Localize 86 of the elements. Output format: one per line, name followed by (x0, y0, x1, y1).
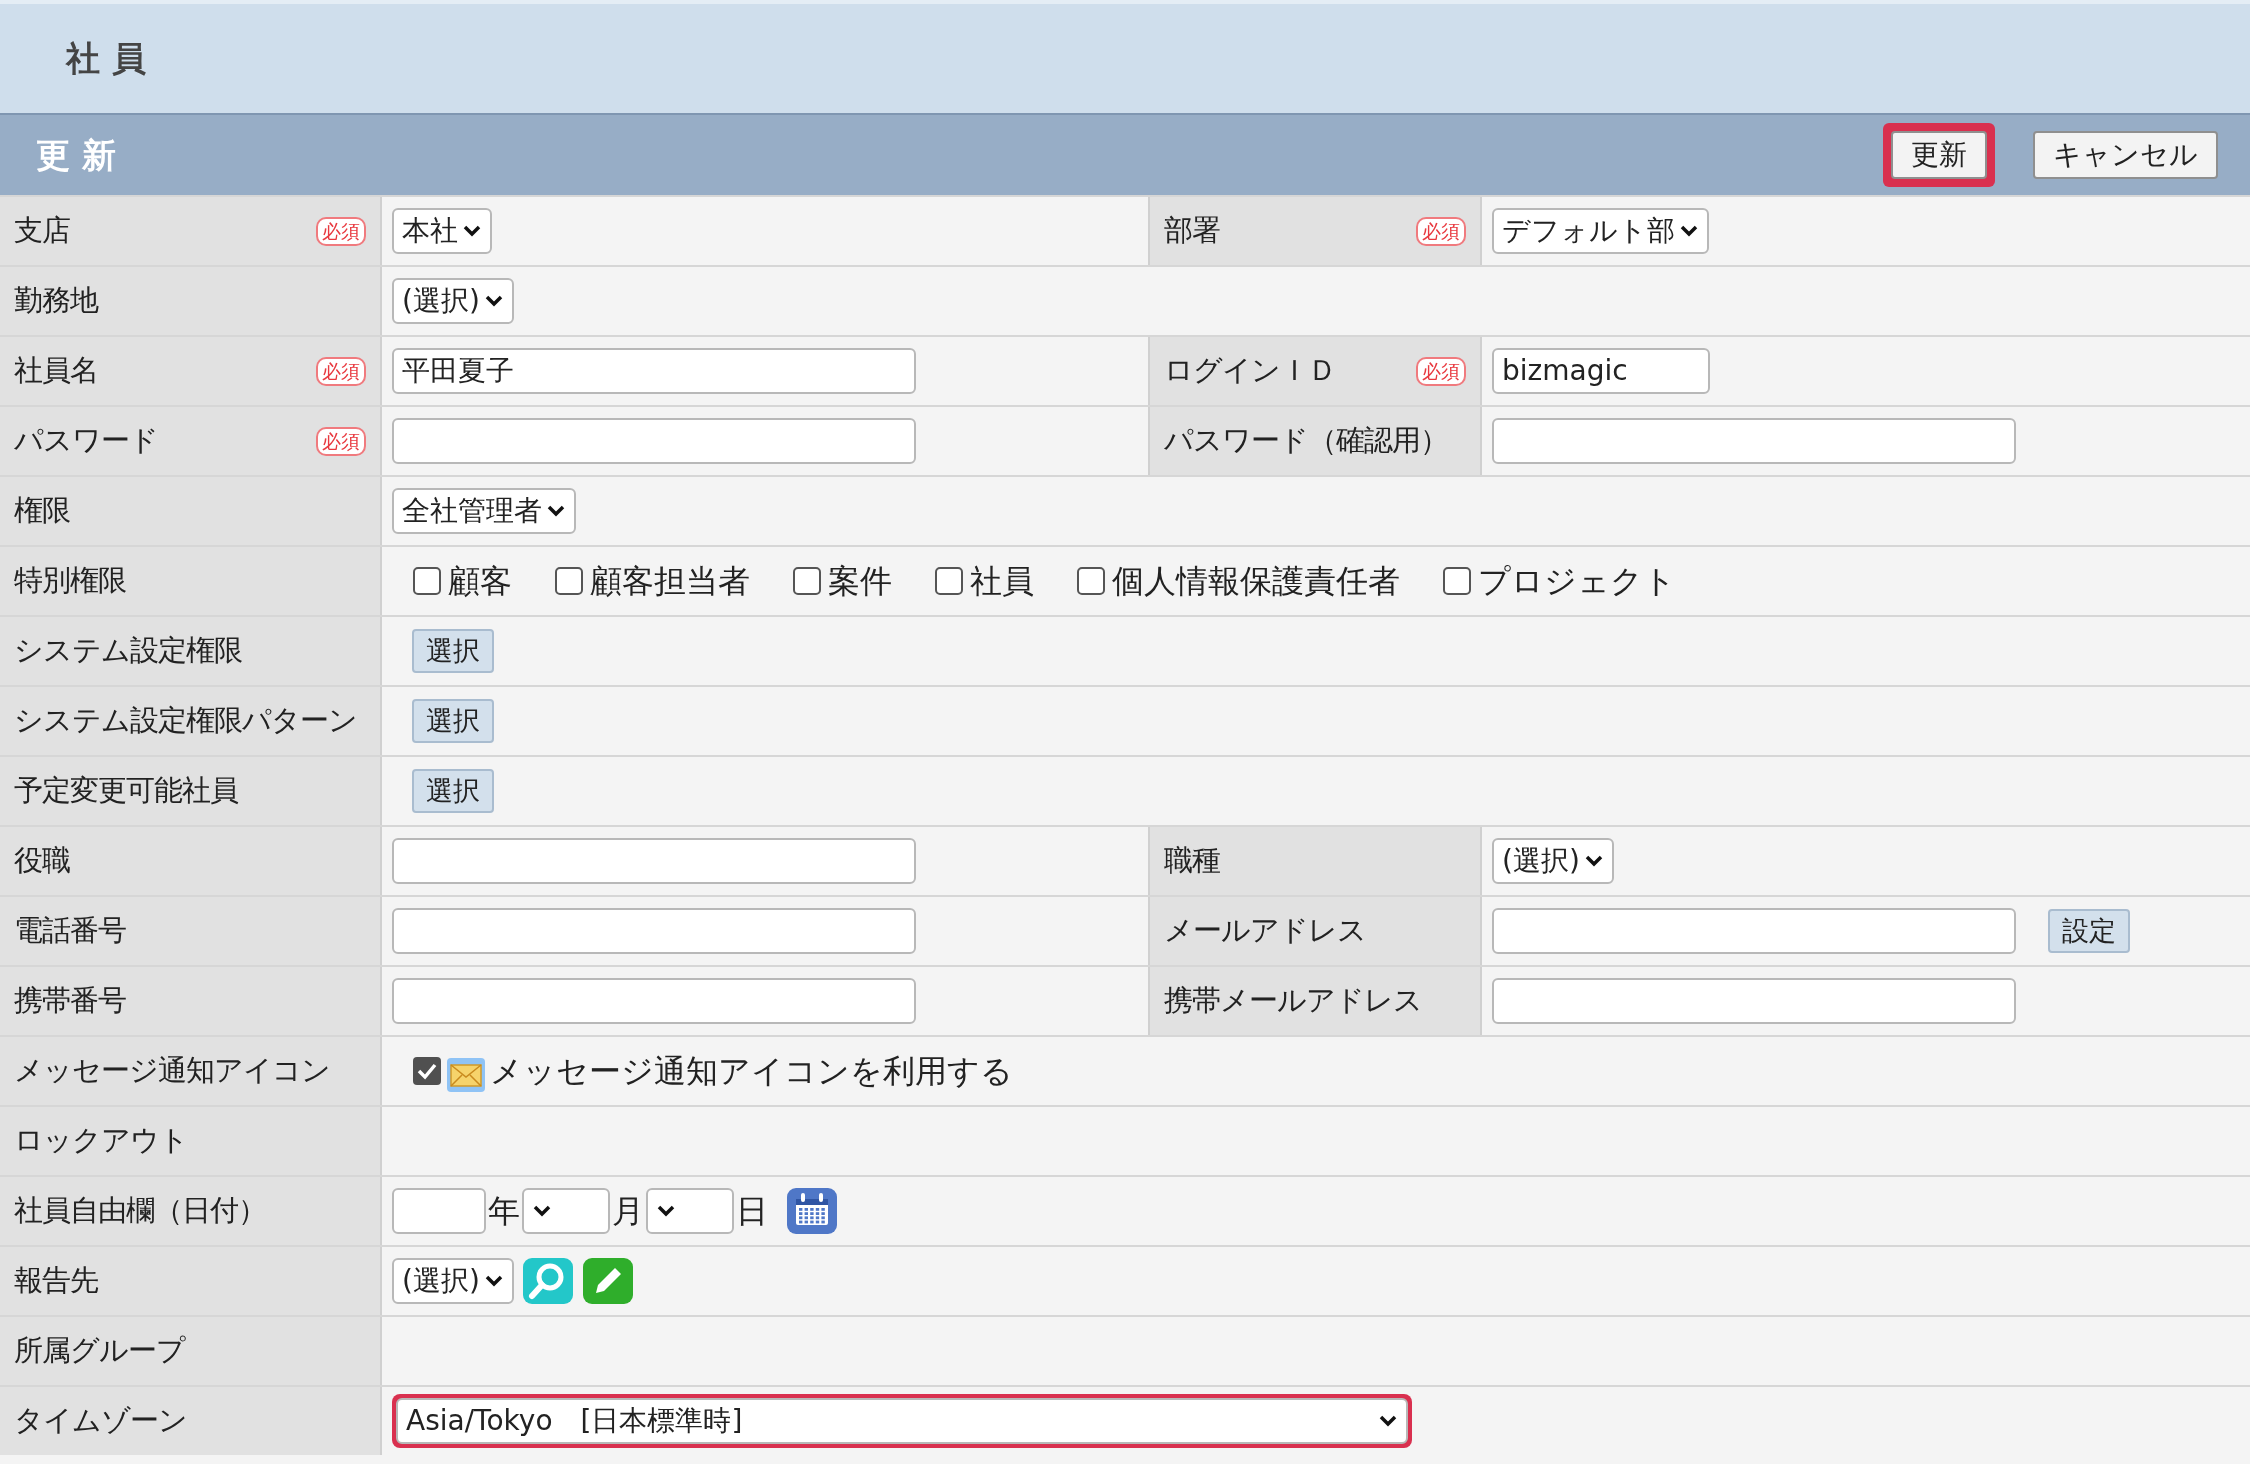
field-label: システム設定権限パターン (14, 702, 357, 740)
checkbox-label: プロジェクト (1478, 561, 1676, 602)
field-label: 携帯メールアドレス (1164, 982, 1422, 1020)
input-field[interactable] (1492, 908, 2016, 954)
dropdown[interactable]: デフォルト部 (1492, 208, 1709, 254)
chevron-icon (1679, 224, 1699, 238)
required-badge: 必須 (316, 426, 366, 456)
input-field[interactable] (392, 1188, 486, 1234)
input-field[interactable] (392, 908, 916, 954)
field-label: 職種 (1164, 842, 1220, 880)
chevron-icon (546, 504, 566, 518)
chevron-icon (1378, 1414, 1398, 1428)
year-label: 年 (488, 1191, 520, 1232)
checkbox[interactable] (934, 566, 964, 596)
chevron-icon (483, 1274, 504, 1288)
checkbox[interactable] (554, 566, 584, 596)
field-label: パスワード (14, 422, 158, 460)
checkbox-label: 案件 (828, 561, 892, 602)
envelope-icon (446, 1057, 486, 1093)
select-button[interactable]: 選択 (412, 769, 494, 813)
dropdown[interactable] (522, 1188, 610, 1234)
required-badge: 必須 (316, 216, 366, 246)
section-title: 更 新 (36, 133, 116, 177)
field-label: ログインＩＤ (1164, 352, 1336, 390)
field-label: 権限 (14, 492, 70, 530)
input-field[interactable] (392, 418, 916, 464)
dropdown[interactable]: (選択) (392, 278, 514, 324)
field-label: 報告先 (14, 1262, 98, 1300)
checkbox[interactable] (412, 1056, 442, 1086)
page-title: 社 員 (66, 37, 146, 80)
day-label: 日 (736, 1191, 768, 1232)
dropdown[interactable]: 本社 (392, 208, 492, 254)
input-field[interactable] (392, 978, 916, 1024)
required-badge: 必須 (316, 356, 366, 386)
toolbar-button[interactable]: 更新 (1891, 131, 1987, 179)
checkbox-label: 個人情報保護責任者 (1112, 561, 1400, 602)
select-button[interactable]: 選択 (412, 629, 494, 673)
checkbox[interactable] (792, 566, 822, 596)
chevron-icon (532, 1204, 552, 1218)
field-label: タイムゾーン (14, 1402, 187, 1440)
pencil-icon[interactable] (581, 1257, 634, 1305)
required-badge: 必須 (1416, 216, 1466, 246)
input-field[interactable] (1492, 978, 2016, 1024)
input-field[interactable] (1492, 418, 2016, 464)
chevron-icon (462, 224, 482, 238)
required-badge: 必須 (1416, 356, 1466, 386)
field-label: 部署 (1164, 212, 1220, 250)
field-label: システム設定権限 (14, 632, 242, 670)
option-label: メッセージ通知アイコンを利用する (490, 1051, 1013, 1092)
dropdown[interactable]: 全社管理者 (392, 488, 576, 534)
field-label: 携帯番号 (14, 982, 126, 1020)
calendar-icon[interactable] (786, 1187, 838, 1235)
field-label: メールアドレス (1164, 912, 1366, 950)
dropdown[interactable]: Asia/Tokyo [日本標準時] (396, 1398, 1408, 1444)
field-label: 電話番号 (14, 912, 126, 950)
checkbox[interactable] (412, 566, 442, 596)
select-button[interactable]: 選択 (412, 699, 494, 743)
chevron-icon (656, 1204, 676, 1218)
field-label: 社員名 (14, 352, 98, 390)
field-label: ロックアウト (14, 1122, 188, 1160)
checkbox-label: 顧客担当者 (590, 561, 750, 602)
input-field[interactable]: bizmagic (1492, 348, 1710, 394)
dropdown[interactable]: (選択) (392, 1258, 514, 1304)
select-button[interactable]: 設定 (2048, 909, 2130, 953)
search-icon[interactable] (521, 1257, 574, 1305)
field-label: 支店 (14, 212, 70, 250)
field-label: 役職 (14, 842, 70, 880)
checkbox[interactable] (1442, 566, 1472, 596)
dropdown[interactable] (646, 1188, 734, 1234)
input-field[interactable] (392, 838, 916, 884)
input-field[interactable]: 平田夏子 (392, 348, 916, 394)
field-label: 予定変更可能社員 (14, 772, 238, 810)
field-label: 特別権限 (14, 562, 126, 600)
chevron-icon (1583, 854, 1604, 868)
chevron-icon (483, 294, 504, 308)
field-label: 所属グループ (14, 1332, 185, 1370)
toolbar-button[interactable]: キャンセル (2033, 131, 2218, 179)
checkbox-label: 顧客 (448, 561, 512, 602)
checkbox[interactable] (1076, 566, 1106, 596)
field-label: メッセージ通知アイコン (14, 1052, 330, 1090)
field-label: パスワード（確認用） (1164, 422, 1448, 460)
dropdown[interactable]: (選択) (1492, 838, 1614, 884)
checkbox-label: 社員 (970, 561, 1034, 602)
field-label: 勤務地 (14, 282, 98, 320)
month-label: 月 (612, 1191, 644, 1232)
field-label: 社員自由欄（日付） (14, 1192, 266, 1230)
